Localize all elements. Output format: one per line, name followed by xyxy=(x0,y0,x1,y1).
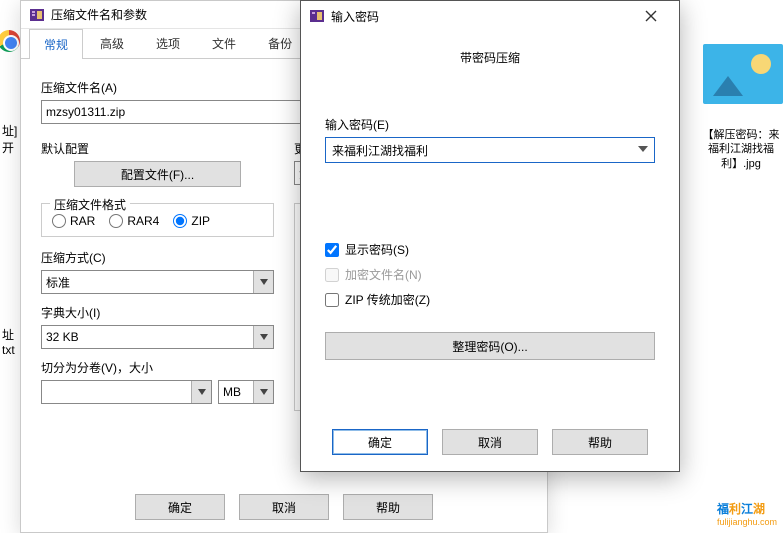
tab-advanced[interactable]: 高级 xyxy=(85,28,139,58)
method-select[interactable] xyxy=(41,270,274,294)
bg-label: 址] 开 xyxy=(2,122,17,156)
chevron-down-icon[interactable] xyxy=(635,141,651,157)
encrypt-names-box xyxy=(325,268,339,282)
password-dialog: 输入密码 带密码压缩 输入密码(E) 显示密码(S) 加密文件名(N) ZIP … xyxy=(300,0,680,472)
cancel-button[interactable]: 取消 xyxy=(239,494,329,520)
watermark-logo: 福利江湖 fulijianghu.com xyxy=(717,500,777,527)
chevron-down-icon[interactable] xyxy=(253,271,273,293)
help-button[interactable]: 帮助 xyxy=(343,494,433,520)
encrypt-names-check: 加密文件名(N) xyxy=(325,266,655,283)
dialog-subtitle: 带密码压缩 xyxy=(301,31,679,74)
chrome-icon xyxy=(0,30,20,52)
app-icon xyxy=(309,8,325,24)
bg-label: 址 txt xyxy=(2,326,15,357)
thumbnail-image xyxy=(703,44,783,104)
chevron-down-icon[interactable] xyxy=(253,381,273,403)
titlebar: 输入密码 xyxy=(301,1,679,31)
app-icon xyxy=(29,7,45,23)
thumbnail-label: 【解压密码：来福利江湖找福利】.jpg xyxy=(699,128,783,171)
watermark-domain: fulijianghu.com xyxy=(717,517,777,527)
show-password-box[interactable] xyxy=(325,243,339,257)
ok-button[interactable]: 确定 xyxy=(332,429,428,455)
dict-select[interactable] xyxy=(41,325,274,349)
tab-files[interactable]: 文件 xyxy=(197,28,251,58)
dialog-buttons: 确定 取消 帮助 xyxy=(301,429,679,455)
format-legend: 压缩文件格式 xyxy=(50,196,130,213)
organize-passwords-button[interactable]: 整理密码(O)... xyxy=(325,332,655,360)
method-label: 压缩方式(C) xyxy=(41,249,274,266)
password-input[interactable] xyxy=(325,137,655,163)
format-zip[interactable]: ZIP xyxy=(173,214,210,228)
password-label: 输入密码(E) xyxy=(325,116,655,133)
tab-backup[interactable]: 备份 xyxy=(253,28,307,58)
format-rar[interactable]: RAR xyxy=(52,214,95,228)
format-rar4[interactable]: RAR4 xyxy=(109,214,159,228)
desktop-strip xyxy=(0,30,20,130)
tab-options[interactable]: 选项 xyxy=(141,28,195,58)
config-file-button[interactable]: 配置文件(F)... xyxy=(74,161,242,187)
split-label: 切分为分卷(V)，大小 xyxy=(41,359,274,376)
close-button[interactable] xyxy=(631,4,671,28)
tab-general[interactable]: 常规 xyxy=(29,29,83,59)
help-button[interactable]: 帮助 xyxy=(552,429,648,455)
split-size-input[interactable] xyxy=(41,380,212,404)
zip-legacy-box[interactable] xyxy=(325,293,339,307)
chevron-down-icon[interactable] xyxy=(191,381,211,403)
cancel-button[interactable]: 取消 xyxy=(442,429,538,455)
ok-button[interactable]: 确定 xyxy=(135,494,225,520)
format-group: 压缩文件格式 RAR RAR4 ZIP xyxy=(41,203,274,237)
zip-legacy-check[interactable]: ZIP 传统加密(Z) xyxy=(325,291,655,308)
show-password-check[interactable]: 显示密码(S) xyxy=(325,241,655,258)
chevron-down-icon[interactable] xyxy=(253,326,273,348)
dialog-title: 输入密码 xyxy=(331,8,631,25)
dict-label: 字典大小(I) xyxy=(41,304,274,321)
dialog-buttons: 确定 取消 帮助 xyxy=(21,494,547,520)
default-config-label: 默认配置 xyxy=(41,140,274,157)
close-icon xyxy=(645,10,657,22)
